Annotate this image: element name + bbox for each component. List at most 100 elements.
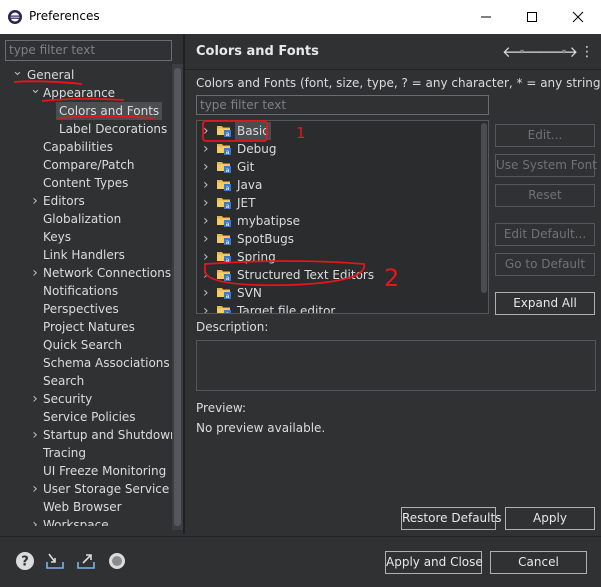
nav-tree-item[interactable]: Project Natures [0, 318, 172, 336]
nav-scrollbar-thumb[interactable] [174, 68, 181, 526]
back-menu-chevron-icon[interactable]: ▾ [520, 43, 524, 61]
chevron-right-icon[interactable]: › [30, 516, 40, 526]
panel-splitter[interactable] [183, 34, 185, 534]
go-to-default-button[interactable]: Go to Default [495, 253, 595, 276]
record-icon[interactable] [106, 550, 128, 572]
nav-tree-item[interactable]: UI Freeze Monitoring [0, 462, 172, 480]
chevron-right-icon[interactable]: › [30, 426, 40, 444]
font-category-row[interactable]: › a mybatipse [197, 212, 481, 230]
folder-font-icon: a [217, 216, 231, 227]
chevron-right-icon[interactable]: › [203, 176, 213, 194]
nav-tree-item[interactable]: Quick Search [0, 336, 172, 354]
cancel-button[interactable]: Cancel [490, 551, 587, 574]
nav-tree-item-label: Workspace [43, 518, 109, 526]
import-icon[interactable] [44, 550, 66, 572]
chevron-right-icon[interactable]: › [203, 284, 213, 302]
chevron-right-icon[interactable]: › [203, 302, 213, 313]
svg-text:?: ? [21, 555, 29, 570]
minimize-icon [481, 16, 491, 18]
font-category-label: Spring [237, 250, 276, 264]
nav-tree-item-label: Notifications [43, 284, 119, 298]
apply-and-close-button[interactable]: Apply and Close [385, 551, 483, 574]
nav-tree-item-label: Quick Search [43, 338, 122, 352]
nav-tree-item-label: Web Browser [43, 500, 122, 514]
nav-tree-item[interactable]: › Editors [0, 192, 172, 210]
footer-separator [0, 536, 601, 537]
nav-tree-item[interactable]: Service Policies [0, 408, 172, 426]
nav-filter-input[interactable]: type filter text [5, 40, 172, 61]
nav-tree-item-label: Service Policies [43, 410, 136, 424]
minimize-button[interactable] [463, 0, 509, 34]
font-category-row[interactable]: › a SVN [197, 284, 481, 302]
chevron-right-icon[interactable]: › [30, 390, 40, 408]
font-category-row[interactable]: › a Target file editor [197, 302, 481, 313]
font-category-row[interactable]: › a Structured Text Editors [197, 266, 481, 284]
nav-tree-item[interactable]: Search [0, 372, 172, 390]
help-icon[interactable]: ? [14, 550, 36, 572]
maximize-button[interactable] [509, 0, 555, 34]
font-category-row[interactable]: › a Basic [197, 122, 481, 140]
nav-tree-item[interactable]: › Workspace [0, 516, 172, 526]
nav-tree-item[interactable]: Link Handlers [0, 246, 172, 264]
export-icon[interactable] [75, 550, 97, 572]
nav-tree-item[interactable]: Perspectives [0, 300, 172, 318]
chevron-right-icon[interactable]: › [203, 248, 213, 266]
chevron-down-icon[interactable]: ⌄ [12, 64, 23, 81]
nav-tree-item[interactable]: ⌄ General [0, 64, 172, 84]
nav-tree-item[interactable]: Colors and Fonts [0, 102, 172, 120]
reset-button[interactable]: Reset [495, 184, 595, 207]
chevron-right-icon[interactable]: › [30, 480, 40, 498]
nav-tree-item[interactable]: Schema Associations [0, 354, 172, 372]
close-button[interactable] [555, 0, 601, 34]
chevron-right-icon[interactable]: › [203, 158, 213, 176]
chevron-right-icon[interactable]: › [203, 122, 213, 140]
font-category-label: SVN [237, 286, 262, 300]
nav-tree-item[interactable]: Web Browser [0, 498, 172, 516]
chevron-right-icon[interactable]: › [203, 266, 213, 284]
edit-default-button[interactable]: Edit Default... [495, 223, 595, 246]
font-category-row[interactable]: › a Git [197, 158, 481, 176]
nav-tree-item[interactable]: Tracing [0, 444, 172, 462]
nav-tree-item-label: Security [43, 392, 93, 406]
nav-tree-item[interactable]: ⌄ Appearance [0, 81, 172, 102]
description-box [196, 340, 596, 391]
nav-tree-item-label: Startup and Shutdown [43, 428, 172, 442]
font-category-row[interactable]: › a JET [197, 194, 481, 212]
nav-tree-item[interactable]: Content Types [0, 174, 172, 192]
font-category-label: mybatipse [237, 214, 301, 228]
fonts-filter-input[interactable]: type filter text [196, 95, 489, 115]
apply-button[interactable]: Apply [505, 507, 595, 530]
view-menu-icon[interactable]: ⋮ [580, 43, 594, 61]
fonts-tree-scrollbar[interactable] [480, 121, 488, 313]
chevron-right-icon[interactable]: › [30, 264, 40, 282]
chevron-right-icon[interactable]: › [203, 140, 213, 158]
restore-defaults-button[interactable]: Restore Defaults [401, 507, 501, 530]
edit-button[interactable]: Edit... [495, 124, 595, 147]
nav-scrollbar[interactable] [172, 64, 183, 530]
nav-tree-item[interactable]: Notifications [0, 282, 172, 300]
font-category-row[interactable]: › a SpotBugs [197, 230, 481, 248]
use-system-font-button[interactable]: Use System Font [495, 154, 597, 177]
nav-tree-item[interactable]: Label Decorations [0, 120, 172, 138]
nav-tree-item[interactable]: › Startup and Shutdown [0, 426, 172, 444]
fonts-tree-scrollbar-thumb[interactable] [481, 123, 487, 293]
expand-all-button[interactable]: Expand All [495, 292, 595, 315]
forward-menu-chevron-icon[interactable]: ▾ [562, 43, 566, 61]
chevron-right-icon[interactable]: › [203, 230, 213, 248]
chevron-right-icon[interactable]: › [30, 192, 40, 210]
nav-tree-item[interactable]: Capabilities [0, 138, 172, 156]
font-category-row[interactable]: › a Debug [197, 140, 481, 158]
nav-tree-item[interactable]: › User Storage Service [0, 480, 172, 498]
chevron-right-icon[interactable]: › [203, 194, 213, 212]
nav-tree-item[interactable]: › Network Connections [0, 264, 172, 282]
chevron-right-icon[interactable]: › [203, 212, 213, 230]
nav-tree-item[interactable]: › Security [0, 390, 172, 408]
folder-font-icon: a [217, 270, 231, 281]
nav-tree-item[interactable]: Compare/Patch [0, 156, 172, 174]
forward-icon[interactable]: 🡒 [538, 43, 578, 61]
chevron-down-icon[interactable]: ⌄ [30, 81, 41, 99]
nav-tree-item[interactable]: Keys [0, 228, 172, 246]
font-category-row[interactable]: › a Java [197, 176, 481, 194]
nav-tree-item[interactable]: Globalization [0, 210, 172, 228]
font-category-row[interactable]: › a Spring [197, 248, 481, 266]
